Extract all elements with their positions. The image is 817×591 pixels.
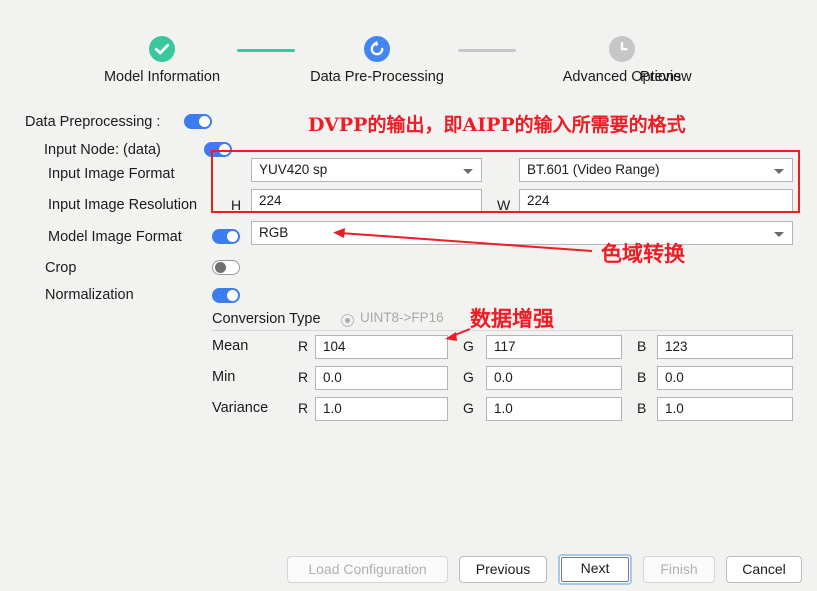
variance-g-label: G xyxy=(463,400,474,416)
stepper-step-label: Model Information xyxy=(103,69,221,85)
min-r-label: R xyxy=(298,369,309,385)
clock-circle-icon xyxy=(609,36,635,62)
variance-r-label: R xyxy=(298,400,309,416)
min-b-input[interactable]: 0.0 xyxy=(657,366,793,390)
annotation-color-conversion-text: 色域转换 xyxy=(601,241,685,266)
mean-label: Mean xyxy=(212,338,249,354)
variance-g-input[interactable]: 1.0 xyxy=(486,397,622,421)
normalization-label: Normalization xyxy=(45,287,134,303)
finish-button[interactable]: Finish xyxy=(643,556,715,583)
min-g-input[interactable]: 0.0 xyxy=(486,366,622,390)
conversion-type-option-label: UINT8->FP16 xyxy=(360,310,444,325)
crop-toggle[interactable] xyxy=(212,260,240,275)
input-image-format-value: YUV420 sp xyxy=(259,162,328,177)
variance-b-input[interactable]: 1.0 xyxy=(657,397,793,421)
min-label: Min xyxy=(212,369,236,385)
mean-g-label: G xyxy=(463,338,474,354)
aipp-config-window: Model Information Data Pre-Processing Ad… xyxy=(0,0,817,591)
next-button-inner: Next xyxy=(561,557,629,582)
min-g-label: G xyxy=(463,369,474,385)
min-r-input[interactable]: 0.0 xyxy=(315,366,448,390)
variance-r-input[interactable]: 1.0 xyxy=(315,397,448,421)
mean-r-label: R xyxy=(298,338,309,354)
stepper-step-preview[interactable]: Preview xyxy=(640,62,816,85)
mean-g-input[interactable]: 117 xyxy=(486,335,622,359)
color-space-select[interactable]: BT.601 (Video Range) xyxy=(519,158,793,182)
model-image-format-toggle[interactable] xyxy=(212,229,240,244)
input-node-label: Input Node: (data) xyxy=(44,142,161,158)
mean-b-input[interactable]: 123 xyxy=(657,335,793,359)
chevron-down-icon xyxy=(463,169,473,174)
radio-icon xyxy=(341,314,354,327)
data-preprocessing-label: Data Preprocessing : xyxy=(25,114,161,130)
next-button[interactable]: Next xyxy=(558,554,632,585)
check-circle-icon xyxy=(149,36,175,62)
stepper-step-label: Preview xyxy=(640,69,692,85)
chevron-down-icon xyxy=(774,232,784,237)
normalization-toggle[interactable] xyxy=(212,288,240,303)
mean-r-input[interactable]: 104 xyxy=(315,335,448,359)
stepper-step-data-pre-processing[interactable]: Data Pre-Processing xyxy=(289,36,465,85)
input-image-format-label: Input Image Format xyxy=(48,166,175,182)
conversion-type-label: Conversion Type xyxy=(212,311,321,327)
width-label: W xyxy=(497,197,511,213)
model-image-format-label: Model Image Format xyxy=(48,229,182,245)
load-configuration-button[interactable]: Load Configuration xyxy=(287,556,448,583)
stepper-step-label: Data Pre-Processing xyxy=(310,69,444,85)
wizard-stepper: Model Information Data Pre-Processing Ad… xyxy=(0,36,817,96)
annotation-top-text: DVPP的输出，即AIPP的输入所需要的格式 xyxy=(308,114,686,136)
width-input[interactable]: 224 xyxy=(519,189,793,213)
input-image-resolution-label: Input Image Resolution xyxy=(48,197,198,213)
stepper-connector-2 xyxy=(458,49,516,52)
model-image-format-select[interactable]: RGB xyxy=(251,221,793,245)
input-image-format-select[interactable]: YUV420 sp xyxy=(251,158,482,182)
height-label: H xyxy=(231,197,242,213)
data-preprocessing-toggle[interactable] xyxy=(184,114,212,129)
min-b-label: B xyxy=(637,369,647,385)
cancel-button[interactable]: Cancel xyxy=(726,556,802,583)
model-image-format-value: RGB xyxy=(259,225,289,240)
annotation-data-augmentation-text: 数据增强 xyxy=(470,306,554,331)
variance-label: Variance xyxy=(212,400,269,416)
wizard-footer: Load Configuration Previous Next Finish … xyxy=(0,548,817,591)
mean-b-label: B xyxy=(637,338,647,354)
refresh-circle-icon xyxy=(364,36,390,62)
stepper-step-model-information[interactable]: Model Information xyxy=(74,36,250,85)
variance-b-label: B xyxy=(637,400,647,416)
crop-label: Crop xyxy=(45,260,77,276)
input-node-toggle[interactable] xyxy=(204,142,232,157)
chevron-down-icon xyxy=(774,169,784,174)
previous-button[interactable]: Previous xyxy=(459,556,547,583)
color-space-value: BT.601 (Video Range) xyxy=(527,162,660,177)
height-input[interactable]: 224 xyxy=(251,189,482,213)
